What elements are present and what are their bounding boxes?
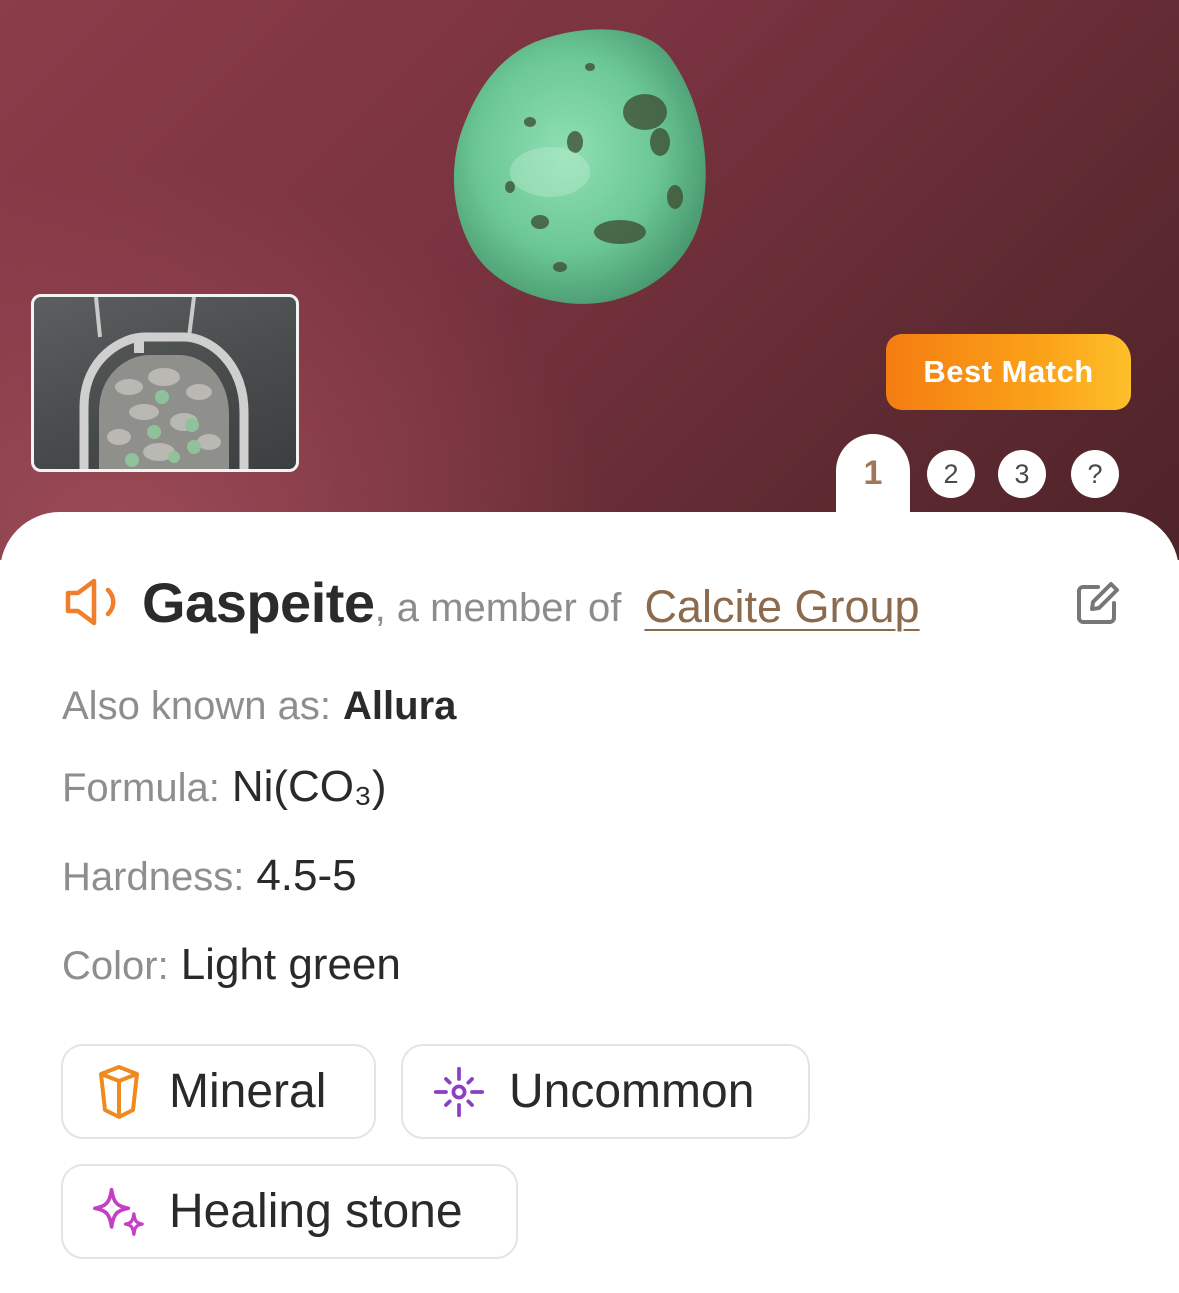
color-row: Color: Light green <box>62 940 401 990</box>
chip-label: Mineral <box>169 1065 327 1118</box>
chip-healing-stone[interactable]: Healing stone <box>61 1164 518 1259</box>
crystal-icon <box>93 1062 145 1122</box>
edit-icon[interactable] <box>1074 581 1120 627</box>
aliases-label: Also known as: <box>62 684 332 728</box>
specimen-photo <box>453 29 706 304</box>
tab-unknown[interactable]: ? <box>1071 450 1119 498</box>
hardness-row: Hardness: 4.5-5 <box>62 851 357 901</box>
chip-uncommon[interactable]: Uncommon <box>401 1044 810 1139</box>
user-photo-thumbnail[interactable] <box>31 294 299 472</box>
chip-label: Healing stone <box>169 1185 463 1238</box>
group-link[interactable]: Calcite Group <box>644 581 919 633</box>
tab-2[interactable]: 2 <box>927 450 975 498</box>
aliases-row: Also known as: Allura <box>62 684 456 729</box>
aliases-value: Allura <box>343 684 457 728</box>
speaker-icon[interactable] <box>62 576 128 628</box>
chip-label: Uncommon <box>509 1065 755 1118</box>
hardness-value: 4.5-5 <box>256 851 357 900</box>
chip-mineral[interactable]: Mineral <box>61 1044 376 1139</box>
sparkle-burst-icon <box>433 1062 485 1122</box>
formula-value: Ni(CO₃) <box>231 762 387 811</box>
hardness-label: Hardness: <box>62 855 245 899</box>
color-label: Color: <box>62 944 169 988</box>
result-title: Gaspeite , a member of Calcite Group <box>62 567 920 637</box>
mineral-name: Gaspeite <box>142 570 375 634</box>
sparkles-icon <box>93 1182 145 1242</box>
tab-3[interactable]: 3 <box>998 450 1046 498</box>
formula-row: Formula: Ni(CO₃) <box>62 762 387 812</box>
tab-1[interactable]: 1 <box>836 434 910 544</box>
member-of-text: , a member of <box>374 585 633 630</box>
formula-label: Formula: <box>62 766 220 810</box>
best-match-badge: Best Match <box>886 334 1131 410</box>
color-value: Light green <box>180 940 401 989</box>
